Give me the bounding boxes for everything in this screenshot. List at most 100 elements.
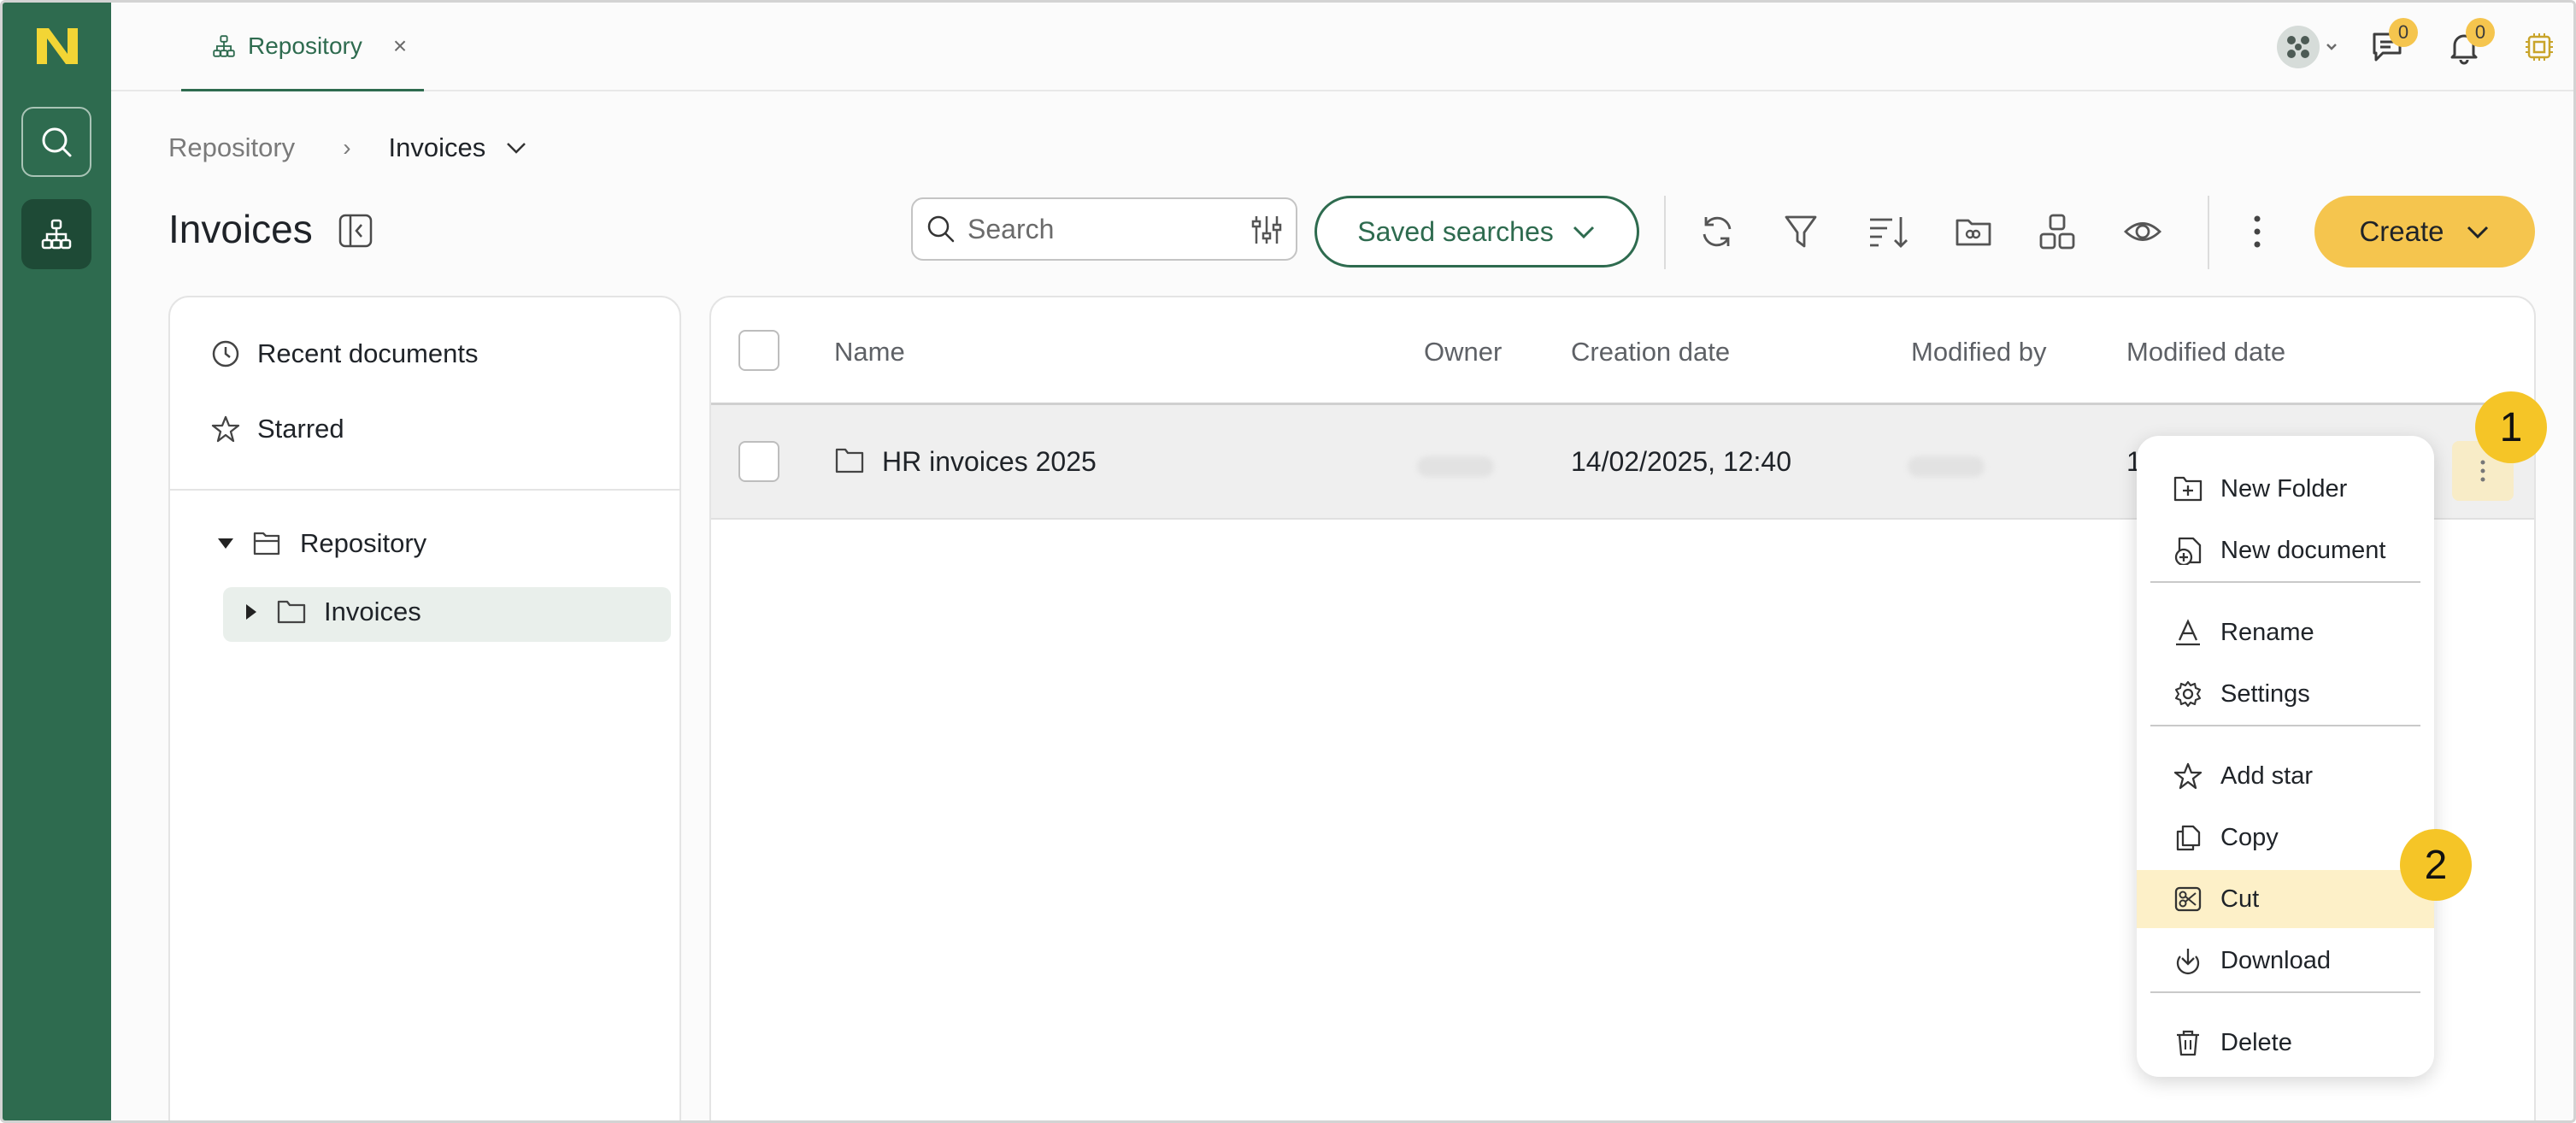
search-input[interactable]: [967, 213, 1241, 245]
trash-icon: [2173, 1028, 2203, 1057]
table-header: Name Owner Creation date Modified by Mod…: [711, 297, 2534, 405]
menu-item-download[interactable]: Download: [2137, 932, 2434, 990]
select-all-checkbox[interactable]: [738, 330, 779, 371]
scissors-icon: [2173, 885, 2203, 914]
menu-divider: [2150, 991, 2420, 993]
chevron-down-icon: [1571, 223, 1597, 240]
column-owner[interactable]: Owner: [1424, 337, 1502, 367]
menu-item-label: Add star: [2220, 761, 2313, 790]
preview-button[interactable]: [2119, 208, 2167, 256]
copy-icon: [2173, 823, 2203, 852]
toolbar-divider: [1664, 196, 1666, 269]
menu-item-copy[interactable]: Copy: [2137, 808, 2434, 867]
more-vertical-icon: [2479, 458, 2487, 484]
divider: [170, 489, 679, 491]
search-filters-icon[interactable]: [1250, 213, 1284, 247]
linked-folder-button[interactable]: [1950, 208, 1997, 256]
refresh-button[interactable]: [1693, 208, 1741, 256]
star-icon: [2173, 761, 2203, 791]
chevron-down-icon[interactable]: [504, 139, 528, 156]
menu-item-label: Cut: [2220, 885, 2260, 913]
column-modified-date[interactable]: Modified date: [2126, 337, 2285, 367]
view-layout-button[interactable]: [2033, 208, 2081, 256]
folder-icon: [834, 446, 865, 475]
caret-down-icon[interactable]: [216, 536, 235, 551]
user-avatar-menu[interactable]: [2274, 23, 2343, 71]
tab-repository[interactable]: Repository ×: [181, 3, 424, 91]
page-title: Invoices: [168, 207, 313, 251]
rename-icon: [2173, 618, 2203, 647]
menu-item-label: Delete: [2220, 1028, 2292, 1056]
context-menu: New Folder New document Rename Settings: [2137, 436, 2434, 1077]
sort-button[interactable]: [1864, 208, 1912, 256]
menu-item-new-document[interactable]: New document: [2137, 521, 2434, 579]
repository-nav-button[interactable]: [21, 199, 91, 269]
navigation-panel: Recent documents Starred Repository Invo…: [168, 296, 681, 1120]
left-rail: [3, 3, 111, 1120]
more-actions-button[interactable]: [2233, 208, 2281, 256]
menu-item-label: Rename: [2220, 618, 2314, 646]
menu-item-label: Download: [2220, 946, 2331, 974]
column-creation-date[interactable]: Creation date: [1571, 337, 1730, 367]
collapse-panel-icon[interactable]: [338, 213, 373, 249]
global-search-button[interactable]: [21, 107, 91, 177]
chat-badge: 0: [2389, 18, 2418, 47]
row-modified-by-redacted: [1908, 456, 1985, 477]
step-marker-1: 1: [2475, 391, 2547, 463]
search-icon: [925, 213, 957, 245]
tab-close-button[interactable]: ×: [393, 32, 407, 60]
row-checkbox[interactable]: [738, 441, 779, 482]
chevron-down-icon: [2465, 223, 2491, 240]
caret-right-icon[interactable]: [244, 603, 259, 621]
nav-starred-label: Starred: [257, 414, 344, 444]
filter-button[interactable]: [1777, 208, 1825, 256]
saved-searches-label: Saved searches: [1357, 215, 1554, 247]
menu-item-new-folder[interactable]: New Folder: [2137, 460, 2434, 518]
search-field[interactable]: [911, 197, 1297, 261]
clock-icon: [211, 339, 240, 368]
saved-searches-button[interactable]: Saved searches: [1314, 196, 1639, 268]
nav-recent-documents[interactable]: Recent documents: [211, 338, 478, 369]
menu-item-label: New document: [2220, 536, 2386, 564]
sitemap-icon: [40, 218, 73, 250]
breadcrumb: Repository › Invoices: [168, 132, 528, 163]
create-label: Create: [2359, 215, 2444, 247]
row-name[interactable]: HR invoices 2025: [882, 446, 1097, 478]
folder-link-icon: [1954, 212, 1993, 251]
row-owner-redacted: [1417, 456, 1494, 477]
chat-button[interactable]: 0: [2363, 18, 2418, 71]
apps-button[interactable]: [2515, 23, 2563, 71]
nav-starred[interactable]: Starred: [211, 414, 344, 444]
menu-item-cut[interactable]: Cut: [2137, 870, 2434, 928]
refresh-icon: [1697, 212, 1737, 251]
menu-divider: [2150, 725, 2420, 726]
column-modified-by[interactable]: Modified by: [1911, 337, 2047, 367]
breadcrumb-current[interactable]: Invoices: [389, 132, 486, 163]
breadcrumb-separator: ›: [343, 134, 351, 161]
menu-item-add-star[interactable]: Add star: [2137, 747, 2434, 805]
column-name[interactable]: Name: [834, 337, 905, 367]
breadcrumb-root[interactable]: Repository: [168, 132, 295, 163]
menu-item-settings[interactable]: Settings: [2137, 665, 2434, 723]
download-icon: [2173, 946, 2203, 975]
tree-node-repository[interactable]: Repository: [216, 528, 426, 559]
menu-item-label: Copy: [2220, 823, 2279, 851]
shapes-icon: [2038, 212, 2077, 251]
toolbar-divider: [2208, 196, 2209, 269]
document-plus-icon: [2173, 536, 2203, 565]
notifications-button[interactable]: 0: [2440, 18, 2495, 71]
menu-divider: [2150, 581, 2420, 583]
menu-item-rename[interactable]: Rename: [2137, 603, 2434, 661]
search-icon: [38, 124, 74, 160]
sort-icon: [1867, 212, 1909, 251]
folder-open-icon: [252, 530, 283, 557]
nav-recent-label: Recent documents: [257, 338, 479, 368]
app-logo[interactable]: [33, 25, 81, 68]
folder-plus-icon: [2173, 474, 2203, 503]
menu-item-delete[interactable]: Delete: [2137, 1014, 2434, 1072]
create-button[interactable]: Create: [2314, 196, 2535, 268]
menu-item-label: New Folder: [2220, 474, 2348, 503]
tree-node-invoices[interactable]: Invoices: [244, 597, 421, 627]
star-icon: [211, 415, 240, 444]
tree-root-label: Repository: [300, 528, 427, 558]
